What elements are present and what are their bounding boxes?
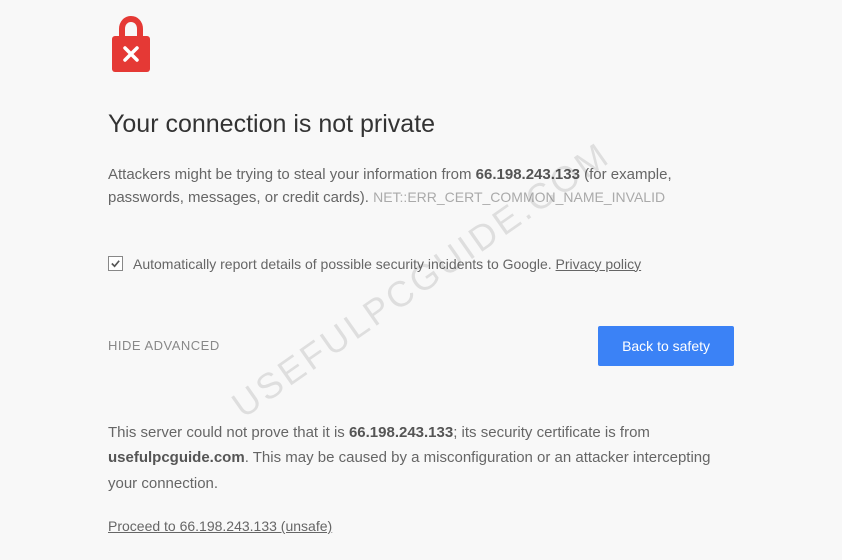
warning-description: Attackers might be trying to steal your … xyxy=(108,163,734,210)
report-checkbox-label: Automatically report details of possible… xyxy=(133,256,641,272)
target-ip: 66.198.243.133 xyxy=(476,166,580,183)
proceed-unsafe-link[interactable]: Proceed to 66.198.243.133 (unsafe) xyxy=(108,518,332,534)
advanced-explanation: This server could not prove that it is 6… xyxy=(108,420,734,497)
lock-warning-icon xyxy=(108,16,154,74)
error-code: NET::ERR_CERT_COMMON_NAME_INVALID xyxy=(373,189,665,205)
back-to-safety-button[interactable]: Back to safety xyxy=(598,326,734,366)
report-checkbox[interactable] xyxy=(108,256,123,271)
page-title: Your connection is not private xyxy=(108,110,734,139)
actions-row: HIDE ADVANCED Back to safety xyxy=(108,326,734,366)
privacy-policy-link[interactable]: Privacy policy xyxy=(556,256,642,272)
report-checkbox-row: Automatically report details of possible… xyxy=(108,256,734,272)
advanced-domain: usefulpcguide.com xyxy=(108,449,245,466)
advanced-ip: 66.198.243.133 xyxy=(349,424,453,441)
hide-advanced-button[interactable]: HIDE ADVANCED xyxy=(108,338,220,353)
